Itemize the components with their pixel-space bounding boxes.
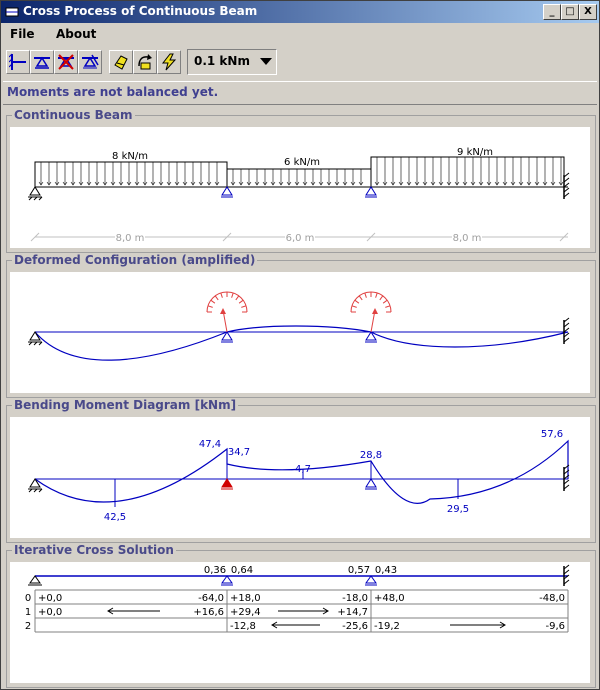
cross-drawing: 0,36 0,64 0,57 0,43 0 +0,0 -64,0 +18,0 -…	[25, 564, 570, 633]
panel-title: Iterative Cross Solution	[12, 543, 176, 557]
menu-bar: File About	[1, 23, 599, 45]
roller-support-icon	[221, 186, 233, 198]
add-member-icon[interactable]	[78, 50, 102, 74]
carry-over-arrow-left-icon	[107, 607, 160, 615]
minimize-icon[interactable]: _	[543, 4, 561, 20]
remove-support-icon[interactable]	[54, 50, 78, 74]
moment-label: 34,7	[228, 447, 250, 458]
distribution-factor: 0,64	[231, 565, 253, 576]
iteration-index: 1	[25, 607, 31, 618]
beam-canvas: 8 kN/m 6 kN/m 9 kN/m 8,0 m 6,0 m 8,0 m	[10, 127, 590, 248]
table-cell: -18,0	[342, 593, 368, 604]
pin-support-icon	[28, 186, 43, 201]
load-label-1: 8 kN/m	[112, 151, 148, 162]
moment-label: 29,5	[447, 504, 469, 515]
app-window: Cross Process of Continuous Beam _ □ X F…	[0, 0, 600, 690]
roller-support-icon	[365, 575, 377, 586]
panel-deformed-configuration: Deformed Configuration (amplified)	[6, 253, 596, 398]
cross-canvas: 0,36 0,64 0,57 0,43 0 +0,0 -64,0 +18,0 -…	[10, 562, 590, 683]
moment-icon[interactable]	[133, 50, 157, 74]
table-cell: +0,0	[38, 593, 62, 604]
panel-title: Bending Moment Diagram [kNm]	[12, 398, 239, 412]
deformed-canvas	[10, 272, 590, 393]
beam-drawing: 8 kN/m 6 kN/m 9 kN/m 8,0 m 6,0 m 8,0 m	[28, 147, 570, 244]
pin-support-icon	[28, 575, 42, 586]
moment-label: 57,6	[541, 429, 563, 440]
distribution-factor: 0,36	[204, 565, 226, 576]
moment-label: 42,5	[104, 512, 126, 523]
table-cell: -9,6	[545, 621, 565, 632]
step-icon[interactable]	[157, 50, 181, 74]
pin-support-icon	[28, 478, 43, 493]
panel-continuous-beam: Continuous Beam 8 kN/m 6 kN/m 9 kN/m 8,0…	[6, 108, 596, 253]
status-text: Moments are not balanced yet.	[7, 85, 219, 99]
status-bar: Moments are not balanced yet.	[3, 81, 597, 105]
moment-label: 28,8	[360, 450, 382, 461]
rotation-gauge-icon[interactable]	[350, 291, 392, 333]
rotation-gauge-icon[interactable]	[206, 291, 248, 333]
roller-support-icon	[221, 575, 233, 586]
span-length-2: 6,0 m	[286, 233, 315, 244]
table-cell: +0,0	[38, 607, 62, 618]
roller-support-icon	[365, 478, 377, 490]
moment-drawing: 47,4 34,7 42,5 4,7 28,8 29,5 57,6	[28, 429, 570, 523]
panel-title: Continuous Beam	[12, 108, 135, 122]
distribution-factor: 0,43	[375, 565, 397, 576]
table-cell: -19,2	[374, 621, 400, 632]
app-icon	[5, 7, 19, 17]
window-title: Cross Process of Continuous Beam	[23, 4, 258, 18]
active-support-icon[interactable]	[221, 478, 233, 490]
carry-over-arrow-right-icon	[278, 607, 329, 615]
distribution-factor: 0,57	[348, 565, 370, 576]
table-cell: +14,7	[337, 607, 368, 618]
moment-canvas: 47,4 34,7 42,5 4,7 28,8 29,5 57,6	[10, 417, 590, 538]
maximize-icon[interactable]: □	[561, 4, 579, 20]
table-cell: +16,6	[193, 607, 224, 618]
carry-over-arrow-left-icon	[271, 621, 320, 629]
chevron-down-icon[interactable]	[260, 58, 272, 65]
fixed-support-icon	[563, 317, 570, 344]
menu-about[interactable]: About	[56, 27, 96, 41]
pin-support-icon	[28, 331, 43, 346]
deformed-drawing	[28, 291, 570, 361]
load-label-3: 9 kN/m	[457, 147, 493, 158]
span-length-1: 8,0 m	[116, 233, 145, 244]
add-fixed-support-icon[interactable]	[6, 50, 30, 74]
table-cell: +48,0	[374, 593, 405, 604]
load-label-2: 6 kN/m	[284, 157, 320, 168]
moment-label: 47,4	[199, 439, 221, 450]
deformed-curve	[34, 325, 569, 361]
table-cell: +29,4	[230, 607, 261, 618]
moment-label: 4,7	[295, 464, 311, 475]
panel-cross-solution: Iterative Cross Solution 0,36 0,64 0,57 …	[6, 543, 596, 688]
toolbar	[1, 47, 599, 77]
load-icon[interactable]	[109, 50, 133, 74]
add-pin-support-icon[interactable]	[30, 50, 54, 74]
table-cell: +18,0	[230, 593, 261, 604]
unit-select-value: 0.1 kNm	[194, 54, 250, 68]
table-cell: -64,0	[198, 593, 224, 604]
panel-title: Deformed Configuration (amplified)	[12, 253, 258, 267]
close-icon[interactable]: X	[579, 4, 597, 20]
carry-over-arrow-right-icon	[450, 621, 506, 629]
table-cell: -12,8	[230, 621, 256, 632]
span-length-3: 8,0 m	[453, 233, 482, 244]
title-bar: Cross Process of Continuous Beam _ □ X	[1, 1, 599, 23]
iteration-index: 2	[25, 621, 31, 632]
table-cell: -25,6	[342, 621, 368, 632]
roller-support-icon	[365, 186, 377, 198]
fixed-support-icon	[563, 172, 570, 199]
iteration-index: 0	[25, 593, 31, 604]
menu-file[interactable]: File	[10, 27, 35, 41]
unit-select[interactable]: 0.1 kNm	[187, 49, 277, 75]
table-cell: -48,0	[539, 593, 565, 604]
panel-bending-moment: Bending Moment Diagram [kNm] 47,4 34,7 4…	[6, 398, 596, 543]
